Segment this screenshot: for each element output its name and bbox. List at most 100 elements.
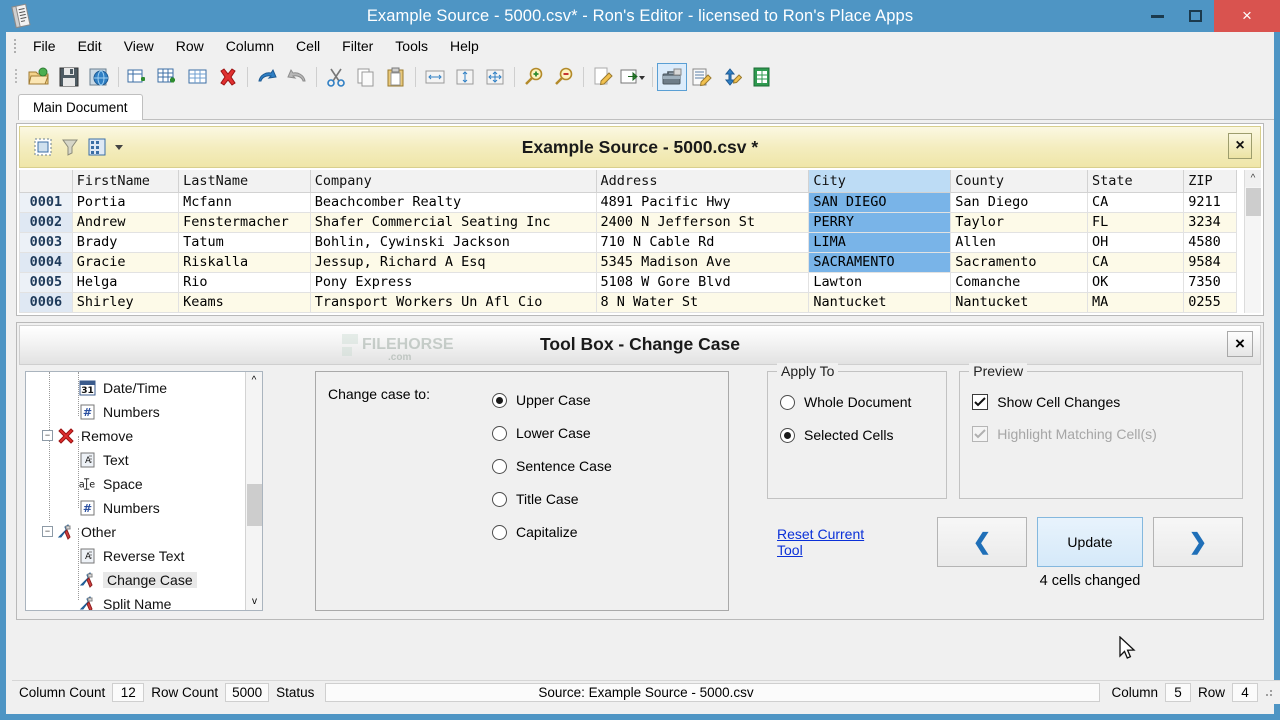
- table-row[interactable]: 0004 Gracie Riskalla Jessup, Richard A E…: [19, 251, 1237, 273]
- menu-item-help[interactable]: Help: [439, 34, 490, 58]
- cell-state[interactable]: OK: [1086, 271, 1185, 293]
- cut-icon[interactable]: [321, 63, 351, 91]
- grid-header-address[interactable]: Address: [595, 170, 810, 193]
- menu-item-row[interactable]: Row: [165, 34, 215, 58]
- columns-icon[interactable]: [86, 136, 108, 158]
- previous-button[interactable]: ❮: [937, 516, 1027, 567]
- scroll-down-icon[interactable]: v: [246, 593, 262, 610]
- cell-firstname[interactable]: Brady: [71, 231, 180, 253]
- cell-company[interactable]: Shafer Commercial Seating Inc: [309, 211, 597, 233]
- radio-upper-case[interactable]: Upper Case: [492, 384, 612, 417]
- radio-capitalize[interactable]: Capitalize: [492, 516, 612, 549]
- fit-column-icon[interactable]: [420, 63, 450, 91]
- scrollbar-thumb[interactable]: [1246, 188, 1261, 216]
- menu-item-view[interactable]: View: [113, 34, 165, 58]
- cell-zip[interactable]: 9211: [1183, 191, 1237, 213]
- cell-city[interactable]: Lawton: [808, 271, 952, 293]
- filter-icon[interactable]: [59, 136, 81, 158]
- cell-state[interactable]: CA: [1086, 251, 1185, 273]
- cell-company[interactable]: Pony Express: [309, 271, 597, 293]
- cell-firstname[interactable]: Andrew: [71, 211, 180, 233]
- redo-icon[interactable]: [282, 63, 312, 91]
- cell-firstname[interactable]: Portia: [71, 191, 180, 213]
- radio-whole-document[interactable]: Whole Document: [780, 386, 934, 419]
- copy-icon[interactable]: [351, 63, 381, 91]
- tree-vertical-scrollbar[interactable]: ^ v: [245, 371, 262, 610]
- tree-item-change-case[interactable]: Change Case: [26, 568, 262, 592]
- cell-state[interactable]: OH: [1086, 231, 1185, 253]
- tree-group-other[interactable]: − Other: [26, 520, 262, 544]
- tree-item-reverse-text[interactable]: A Reverse Text: [26, 544, 262, 568]
- cell-address[interactable]: 8 N Water St: [595, 291, 810, 313]
- row-number[interactable]: 0006: [19, 291, 73, 313]
- cell-city[interactable]: Nantucket: [808, 291, 952, 313]
- chevron-down-icon[interactable]: [115, 144, 123, 150]
- row-number[interactable]: 0001: [19, 191, 73, 213]
- tree-item-split-name[interactable]: Split Name: [26, 592, 262, 610]
- zoom-in-icon[interactable]: [519, 63, 549, 91]
- grid-vertical-scrollbar[interactable]: ^: [1244, 170, 1261, 313]
- collapse-expander-icon[interactable]: −: [42, 526, 53, 537]
- cell-zip[interactable]: 7350: [1183, 271, 1237, 293]
- cell-lastname[interactable]: Fenstermacher: [178, 211, 311, 233]
- table-row[interactable]: 0006 Shirley Keams Transport Workers Un …: [19, 291, 1237, 313]
- next-button[interactable]: ❯: [1153, 516, 1243, 567]
- row-number[interactable]: 0005: [19, 271, 73, 293]
- menu-item-column[interactable]: Column: [215, 34, 285, 58]
- row-number[interactable]: 0003: [19, 231, 73, 253]
- cell-city[interactable]: PERRY: [808, 211, 952, 233]
- cell-firstname[interactable]: Helga: [71, 271, 180, 293]
- grid-header-company[interactable]: Company: [309, 170, 597, 193]
- delete-icon[interactable]: [213, 63, 243, 91]
- cell-company[interactable]: Beachcomber Realty: [309, 191, 597, 213]
- cell-city[interactable]: LIMA: [808, 231, 952, 253]
- radio-lower-case[interactable]: Lower Case: [492, 417, 612, 450]
- cell-zip[interactable]: 9584: [1183, 251, 1237, 273]
- reset-current-tool-link[interactable]: Reset Current Tool: [777, 526, 889, 558]
- toolbox-close-button[interactable]: ×: [1227, 330, 1253, 357]
- maximize-button[interactable]: [1176, 0, 1214, 32]
- menu-item-cell[interactable]: Cell: [285, 34, 331, 58]
- spreadsheet-icon[interactable]: [747, 63, 777, 91]
- cell-address[interactable]: 5345 Madison Ave: [595, 251, 810, 273]
- save-as-web-icon[interactable]: [84, 63, 114, 91]
- close-button[interactable]: ×: [1214, 0, 1280, 32]
- scrollbar-thumb[interactable]: [247, 483, 262, 526]
- grid-icon[interactable]: [183, 63, 213, 91]
- table-row[interactable]: 0005 Helga Rio Pony Express 5108 W Gore …: [19, 271, 1237, 293]
- table-row[interactable]: 0003 Brady Tatum Bohlin, Cywinski Jackso…: [19, 231, 1237, 253]
- export-icon[interactable]: [618, 63, 648, 91]
- cell-company[interactable]: Bohlin, Cywinski Jackson: [309, 231, 597, 253]
- grid-header-city[interactable]: City: [808, 170, 952, 193]
- grid-header-lastname[interactable]: LastName: [178, 170, 311, 193]
- document-close-button[interactable]: ×: [1228, 133, 1252, 159]
- cell-county[interactable]: Sacramento: [950, 251, 1088, 273]
- sort-icon[interactable]: [717, 63, 747, 91]
- data-grid[interactable]: FirstName LastName Company Address City …: [19, 170, 1261, 313]
- cell-company[interactable]: Transport Workers Un Afl Cio: [309, 291, 597, 313]
- grid-header-zip[interactable]: ZIP: [1183, 170, 1237, 193]
- tree-item-remove-numbers[interactable]: # Numbers: [26, 496, 262, 520]
- edit-document-icon[interactable]: [588, 63, 618, 91]
- table-row[interactable]: 0002 Andrew Fenstermacher Shafer Commerc…: [19, 211, 1237, 233]
- cell-state[interactable]: CA: [1086, 191, 1185, 213]
- menu-item-filter[interactable]: Filter: [331, 34, 384, 58]
- minimize-button[interactable]: [1138, 0, 1176, 32]
- autosize-height-icon[interactable]: [450, 63, 480, 91]
- cell-address[interactable]: 2400 N Jefferson St: [595, 211, 810, 233]
- grid-header-county[interactable]: County: [950, 170, 1088, 193]
- row-number[interactable]: 0002: [19, 211, 73, 233]
- radio-selected-cells[interactable]: Selected Cells: [780, 419, 934, 452]
- menu-item-edit[interactable]: Edit: [67, 34, 113, 58]
- grid-header-firstname[interactable]: FirstName: [71, 170, 180, 193]
- cell-county[interactable]: Nantucket: [950, 291, 1088, 313]
- insert-column-icon[interactable]: [123, 63, 153, 91]
- cell-lastname[interactable]: Tatum: [178, 231, 311, 253]
- paste-icon[interactable]: [381, 63, 411, 91]
- cell-zip[interactable]: 3234: [1183, 211, 1237, 233]
- tree-item-remove-text[interactable]: A Text: [26, 448, 262, 472]
- tree-item-numbers-convert[interactable]: # Numbers: [26, 400, 262, 424]
- cell-firstname[interactable]: Gracie: [71, 251, 180, 273]
- cell-lastname[interactable]: Riskalla: [178, 251, 311, 273]
- cell-firstname[interactable]: Shirley: [71, 291, 180, 313]
